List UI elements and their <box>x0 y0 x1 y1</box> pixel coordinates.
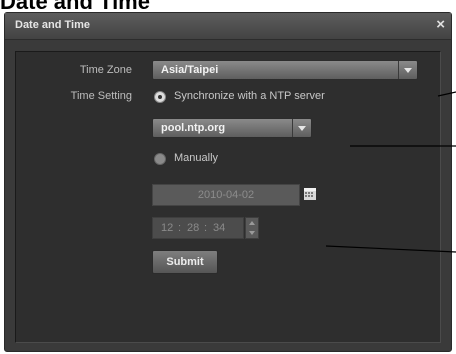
time-hours: 12 <box>161 222 174 234</box>
chevron-down-icon <box>398 61 417 79</box>
time-separator-2: : <box>204 222 208 234</box>
time-spinner[interactable] <box>245 217 259 239</box>
time-zone-value: Asia/Taipei <box>161 64 219 76</box>
date-time-dialog: Date and Time × Time Zone Asia/Taipei Ti… <box>4 12 452 352</box>
time-seconds: 34 <box>213 222 226 234</box>
time-separator-1: : <box>178 222 182 234</box>
calendar-icon[interactable] <box>304 188 316 200</box>
dialog-titlebar[interactable]: Date and Time × <box>5 13 451 40</box>
ntp-radio[interactable] <box>154 91 166 103</box>
time-input[interactable]: 12 : 28 : 34 <box>152 217 244 239</box>
ntp-server-value: pool.ntp.org <box>161 122 226 134</box>
dialog-title: Date and Time <box>15 19 90 31</box>
chevron-down-icon <box>292 119 311 137</box>
close-icon[interactable]: × <box>436 17 445 33</box>
manual-option-label: Manually <box>174 152 219 164</box>
time-minutes: 28 <box>187 222 200 234</box>
time-zone-select[interactable]: Asia/Taipei <box>152 60 418 80</box>
manual-radio[interactable] <box>154 153 166 165</box>
ntp-option-label: Synchronize with a NTP server <box>174 90 325 102</box>
time-zone-label: Time Zone <box>79 64 132 76</box>
spinner-down-icon[interactable] <box>246 228 258 238</box>
submit-button[interactable]: Submit <box>152 250 218 274</box>
time-setting-label: Time Setting <box>70 90 132 102</box>
spinner-up-icon[interactable] <box>246 218 258 228</box>
ntp-server-select[interactable]: pool.ntp.org <box>152 118 312 138</box>
date-input[interactable]: 2010-04-02 <box>152 184 300 206</box>
settings-panel: Time Zone Asia/Taipei Time Setting Synch… <box>15 51 441 343</box>
